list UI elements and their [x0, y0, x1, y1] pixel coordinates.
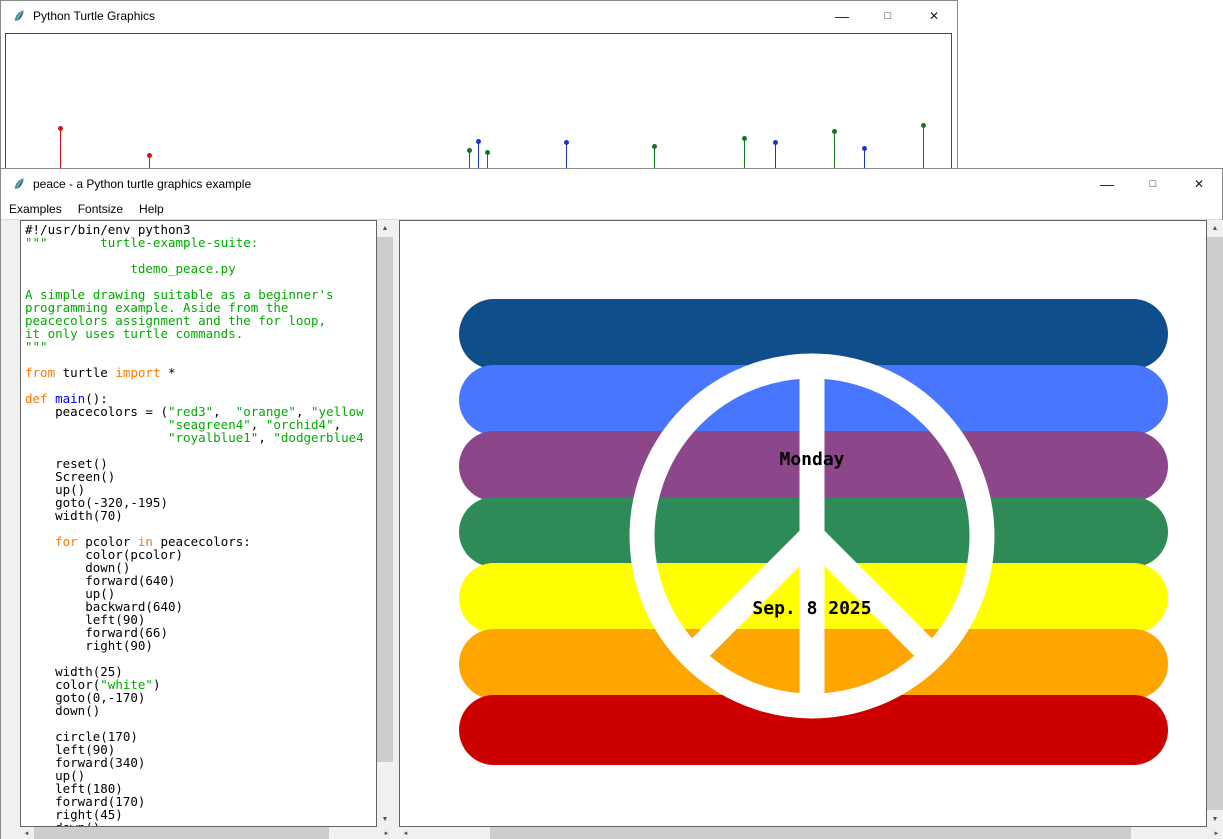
fg-minimize-button[interactable]: —: [1084, 169, 1130, 199]
turtle-canvas-bg: [5, 33, 952, 169]
code-line: from turtle import *: [25, 366, 376, 379]
arrow-left-icon: ◄: [24, 831, 30, 837]
date-text: Sep. 8 2025: [752, 598, 871, 619]
code-line: """: [25, 340, 376, 353]
scroll-right-arrow[interactable]: ►: [1210, 827, 1223, 839]
bg-window-controls: — □ ✕: [819, 1, 957, 31]
tree-stem: [744, 139, 745, 168]
canvas-vscrollbar-thumb[interactable]: [1207, 237, 1223, 810]
tree-top-dot: [476, 139, 481, 144]
fg-window-titlebar[interactable]: peace - a Python turtle graphics example…: [1, 169, 1222, 199]
code-line: tdemo_peace.py: [25, 262, 376, 275]
tree-top-dot: [742, 136, 747, 141]
code-hscrollbar-thumb[interactable]: [34, 827, 329, 839]
tree-stem: [487, 153, 488, 168]
bg-window-titlebar[interactable]: Python Turtle Graphics — □ ✕: [1, 1, 957, 31]
tree-stem: [566, 143, 567, 168]
scroll-up-arrow[interactable]: ▲: [1207, 220, 1223, 236]
arrow-right-icon: ►: [384, 831, 390, 837]
minimize-icon: —: [1100, 179, 1114, 189]
code-lines: #!/usr/bin/env python3""" turtle-example…: [25, 223, 376, 827]
tk-feather-icon: [12, 177, 26, 191]
arrow-down-icon: ▼: [382, 816, 389, 823]
fg-window-title: peace - a Python turtle graphics example: [33, 177, 251, 191]
bg-close-button[interactable]: ✕: [911, 1, 957, 31]
tk-feather-icon: [12, 9, 26, 23]
code-line: "royalblue1", "dodgerblue4: [25, 431, 376, 444]
tree-top-dot: [564, 140, 569, 145]
code-line: right(90): [25, 639, 376, 652]
content-area: #!/usr/bin/env python3""" turtle-example…: [1, 220, 1222, 839]
tree-top-dot: [862, 146, 867, 151]
tree-stem: [923, 126, 924, 168]
scroll-up-arrow[interactable]: ▲: [377, 220, 393, 236]
bg-maximize-button[interactable]: □: [865, 1, 911, 31]
menu-help[interactable]: Help: [131, 199, 172, 219]
menubar: Examples Fontsize Help: [1, 199, 1222, 220]
screen: Python Turtle Graphics — □ ✕: [0, 0, 1223, 839]
tree-stem: [478, 142, 479, 168]
maximize-icon: □: [1150, 178, 1157, 190]
weekday-text: Monday: [779, 449, 844, 470]
arrow-right-icon: ►: [1214, 831, 1220, 837]
turtle-canvas-peace: Monday Sep. 8 2025: [400, 221, 1206, 826]
code-pane[interactable]: #!/usr/bin/env python3""" turtle-example…: [20, 220, 377, 827]
close-icon: ✕: [929, 9, 939, 23]
arrow-down-icon: ▼: [1212, 816, 1219, 823]
code-vscrollbar[interactable]: ▲ ▼: [377, 220, 393, 827]
canvas-vscrollbar[interactable]: ▲ ▼: [1207, 220, 1223, 827]
canvas-pane: Monday Sep. 8 2025: [399, 220, 1207, 827]
code-line: it only uses turtle commands.: [25, 327, 376, 340]
bg-window-title: Python Turtle Graphics: [33, 9, 155, 23]
menu-fontsize[interactable]: Fontsize: [70, 199, 131, 219]
tree-stem: [775, 143, 776, 168]
code-line: width(70): [25, 509, 376, 522]
scroll-down-arrow[interactable]: ▼: [1207, 811, 1223, 827]
tree-top-dot: [485, 150, 490, 155]
tree-stem: [469, 151, 470, 168]
canvas-hscrollbar[interactable]: ◄ ►: [399, 827, 1223, 839]
tree-top-dot: [832, 129, 837, 134]
tree-stem: [60, 129, 61, 168]
bg-window: Python Turtle Graphics — □ ✕: [0, 0, 958, 168]
arrow-up-icon: ▲: [1212, 225, 1219, 232]
fg-window-controls: — □ ✕: [1084, 169, 1222, 199]
code-hscrollbar[interactable]: ◄ ►: [20, 827, 393, 839]
arrow-left-icon: ◄: [403, 831, 409, 837]
arrow-up-icon: ▲: [382, 225, 389, 232]
tree-stem: [834, 132, 835, 168]
tree-top-dot: [652, 144, 657, 149]
tree-stem: [654, 147, 655, 168]
scroll-down-arrow[interactable]: ▼: [377, 811, 393, 827]
scroll-left-arrow[interactable]: ◄: [399, 827, 412, 839]
code-line: down(): [25, 704, 376, 717]
tree-top-dot: [921, 123, 926, 128]
maximize-icon: □: [885, 10, 892, 22]
minimize-icon: —: [835, 11, 849, 21]
tree-top-dot: [58, 126, 63, 131]
fg-maximize-button[interactable]: □: [1130, 169, 1176, 199]
tree-top-dot: [467, 148, 472, 153]
code-vscrollbar-thumb[interactable]: [377, 237, 393, 762]
scroll-right-arrow[interactable]: ►: [380, 827, 393, 839]
fg-window: peace - a Python turtle graphics example…: [0, 168, 1223, 839]
canvas-hscrollbar-thumb[interactable]: [490, 827, 1131, 839]
menu-examples[interactable]: Examples: [1, 199, 70, 219]
bg-minimize-button[interactable]: —: [819, 1, 865, 31]
code-line: """ turtle-example-suite:: [25, 236, 376, 249]
close-icon: ✕: [1194, 177, 1204, 191]
tree-top-dot: [773, 140, 778, 145]
tree-top-dot: [147, 153, 152, 158]
fg-close-button[interactable]: ✕: [1176, 169, 1222, 199]
scroll-left-arrow[interactable]: ◄: [20, 827, 33, 839]
tree-stem: [864, 149, 865, 168]
